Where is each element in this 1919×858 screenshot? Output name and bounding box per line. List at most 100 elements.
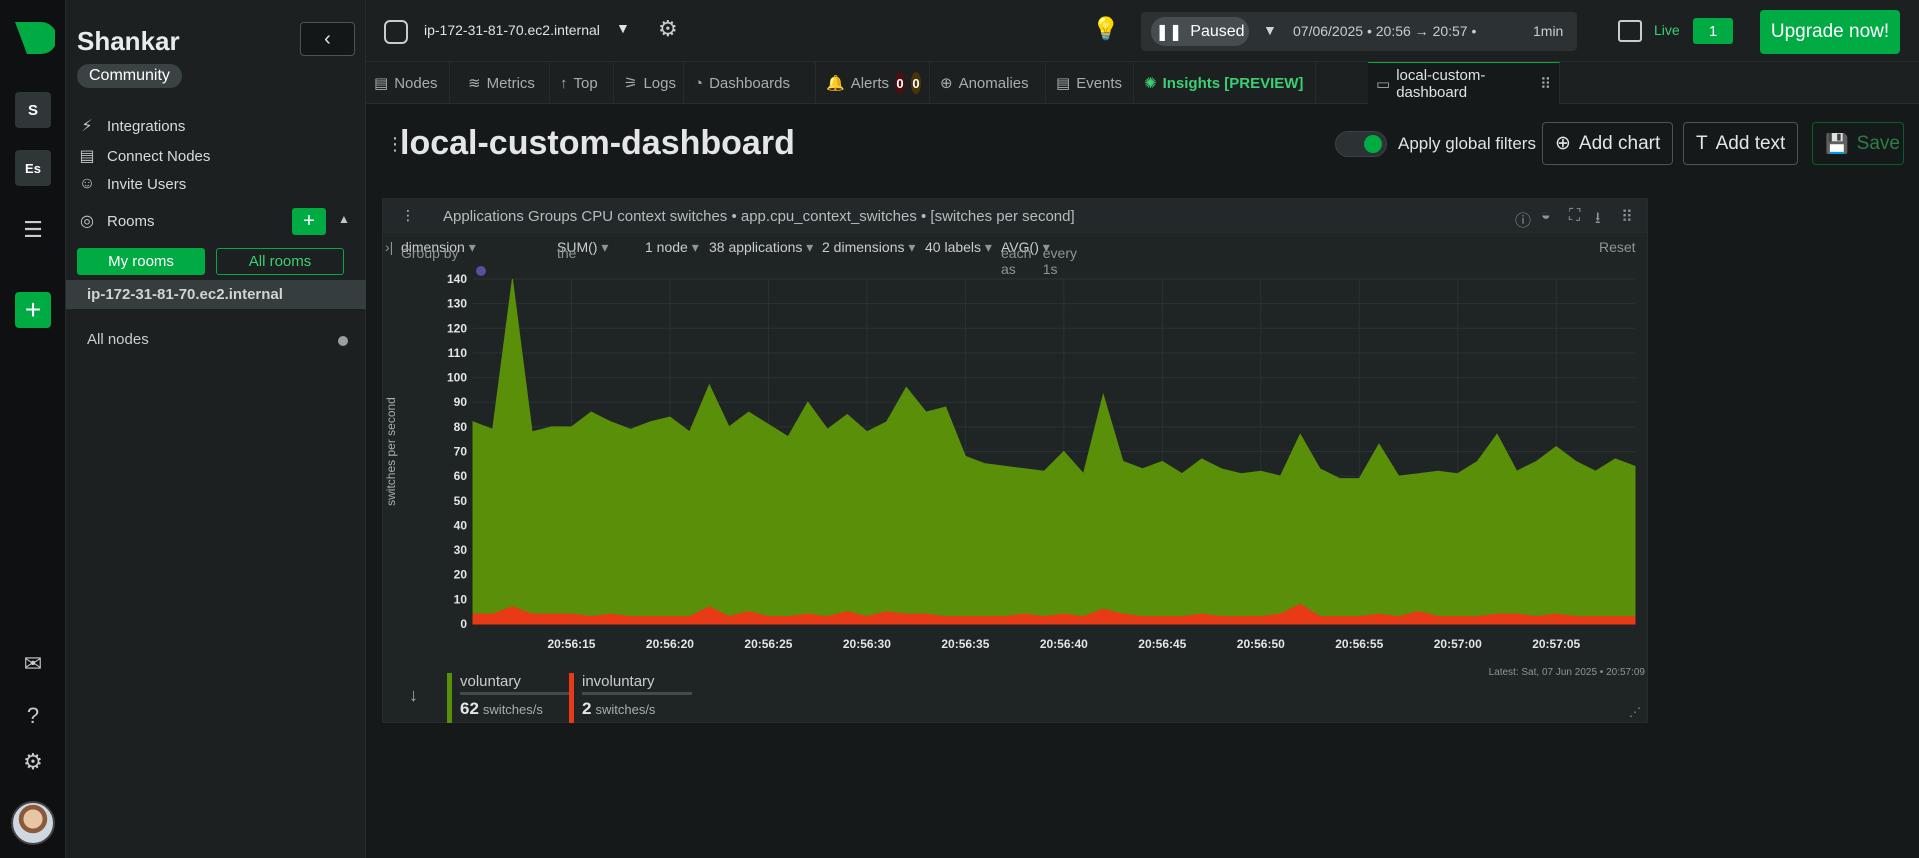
x-tick-label: 20:56:25 [744, 637, 792, 651]
rooms-label: Rooms [107, 212, 155, 230]
rooms-header[interactable]: ◎ Rooms [77, 211, 155, 231]
tab-top[interactable]: ↑ Top [552, 62, 614, 104]
chart-type-icon[interactable]: ◒ [1541, 207, 1551, 225]
space-switcher-shankar[interactable]: S [15, 92, 51, 128]
tab-alerts[interactable]: 🔔 Alerts 0 0 [818, 62, 930, 104]
nodes-icon[interactable] [1618, 20, 1642, 42]
filter-value: 38 applications [709, 239, 803, 255]
space-switcher-es[interactable]: Es [15, 150, 51, 186]
sidebar-item-label: Integrations [107, 117, 186, 135]
dashboard-title: local-custom-dashboard [400, 124, 795, 162]
collapse-filters-icon[interactable]: ›| [385, 239, 393, 255]
user-avatar[interactable] [11, 801, 55, 845]
pause-toggle[interactable]: ❚❚ Paused [1151, 17, 1249, 46]
tab-local-custom-dashboard[interactable]: ▭ local-custom-dashboard ⠿ [1368, 62, 1560, 104]
sidebar-item-label: Connect Nodes [107, 147, 211, 165]
add-chart-icon: ⊕ [1555, 133, 1571, 154]
download-icon[interactable]: ⭳ [1595, 207, 1601, 234]
tab-nodes[interactable]: ▤ Nodes [366, 62, 450, 104]
netdata-logo[interactable] [13, 20, 55, 56]
y-tick-label: 120 [447, 321, 467, 335]
y-tick-label: 110 [448, 346, 468, 360]
legend-item-voluntary[interactable]: voluntary 62 switches/s [447, 673, 570, 723]
chevron-down-icon[interactable]: ▼ [616, 20, 630, 36]
lightbulb-icon[interactable]: 💡 [1092, 16, 1119, 42]
fullscreen-icon[interactable]: ⛶ [1569, 207, 1580, 225]
sidebar-item-integrations[interactable]: ⚡ Integrations [77, 116, 185, 136]
nodes-filter[interactable]: 1 node ▾ [645, 239, 699, 256]
events-icon: ▤ [1056, 75, 1071, 92]
save-button[interactable]: 💾 Save [1812, 122, 1904, 165]
tab-dashboards[interactable]: ◔ Dashboards [686, 62, 816, 104]
tab-my-rooms[interactable]: My rooms [77, 248, 205, 275]
space-name: Shankar [77, 26, 180, 56]
menu-icon[interactable]: ☰ [19, 216, 47, 244]
legend-value: 2 [582, 699, 592, 718]
drag-handle-icon[interactable]: ⠿ [1540, 75, 1551, 93]
upgrade-button[interactable]: Upgrade now! [1760, 10, 1900, 54]
tab-all-rooms[interactable]: All rooms [216, 248, 344, 275]
arrow-down-icon[interactable]: ↓ [409, 685, 418, 706]
reset-filters-button[interactable]: Reset [1599, 239, 1636, 255]
applications-filter[interactable]: 38 applications ▾ [709, 239, 813, 256]
time-range[interactable]: 07/06/2025 • 20:56 → 20:57 • [1293, 23, 1476, 39]
y-tick-label: 30 [454, 543, 468, 557]
node-settings-icon[interactable]: ⚙ [658, 16, 678, 42]
tab-anomalies[interactable]: ⊕ Anomalies [932, 62, 1046, 104]
aggregation-filter[interactable]: the SUM() ▾ [557, 239, 608, 261]
room-item-selected[interactable]: ip-172-31-81-70.ec2.internal [66, 280, 366, 309]
global-filters-label: Apply global filters [1398, 134, 1536, 153]
filter-label: the [557, 245, 577, 261]
legend-item-involuntary[interactable]: involuntary 2 switches/s [569, 673, 692, 723]
add-space-button[interactable]: + [15, 292, 51, 328]
notifications-icon[interactable]: ✉ [19, 650, 47, 678]
filter-label: Group by [401, 245, 459, 261]
dimensions-filter[interactable]: 2 dimensions ▾ [822, 239, 915, 256]
chart-legend: Latest: Sat, 07 Jun 2025 • 20:57:09 ↓ vo… [383, 667, 1647, 723]
drag-icon[interactable]: ⠿ [1621, 207, 1633, 227]
chevron-down-icon[interactable]: ▼ [1263, 22, 1277, 38]
logs-icon: ⚞ [624, 75, 638, 92]
tab-events[interactable]: ▤ Events [1048, 62, 1134, 104]
room-status-dot [338, 336, 348, 346]
critical-alerts-badge: 0 [895, 72, 906, 94]
time-aggregation-filter[interactable]: each as AVG() every 1s ▾ [1001, 239, 1077, 277]
y-tick-label: 100 [447, 371, 467, 385]
plan-badge[interactable]: Community [77, 64, 182, 88]
help-icon[interactable]: ? [19, 702, 47, 730]
tab-label: Metrics [486, 74, 535, 92]
time-picker[interactable]: ❚❚ Paused ▼ 07/06/2025 • 20:56 → 20:57 •… [1141, 12, 1577, 51]
tab-insights[interactable]: ✺ Insights [PREVIEW] [1136, 62, 1316, 104]
room-item-all-nodes[interactable]: All nodes [87, 331, 149, 348]
tab-label: local-custom-dashboard [1396, 66, 1486, 101]
global-filters-toggle[interactable] [1335, 131, 1387, 157]
add-chart-button[interactable]: ⊕ Add chart [1542, 122, 1674, 165]
resize-handle-icon[interactable]: ⋰ [1629, 705, 1641, 719]
settings-icon[interactable]: ⚙ [19, 748, 47, 776]
y-tick-label: 0 [460, 617, 467, 631]
sidebar-item-invite-users[interactable]: ☺ Invite Users [77, 175, 186, 193]
node-icon [384, 20, 408, 44]
collapse-sidebar-button[interactable]: ‹ [300, 22, 355, 56]
live-label: Live [1654, 22, 1680, 38]
labels-filter[interactable]: 40 labels ▾ [925, 239, 992, 256]
tab-label: Anomalies [958, 74, 1029, 92]
chevron-up-icon[interactable]: ▲ [338, 212, 350, 226]
live-count-badge[interactable]: 1 [1693, 18, 1733, 44]
legend-name: involuntary [582, 673, 692, 695]
sidebar-item-connect-nodes[interactable]: ▤ Connect Nodes [77, 146, 210, 166]
info-icon[interactable]: ⓘ [1515, 207, 1531, 231]
anomaly-icon: ⊕ [940, 75, 953, 92]
group-by-filter[interactable]: Group by dimension ▾ [401, 239, 476, 261]
area-chart[interactable]: 140130120110100908070605040302010020:56:… [383, 261, 1649, 667]
node-selector[interactable]: ip-172-31-81-70.ec2.internal [424, 22, 600, 38]
add-room-button[interactable]: + [292, 208, 326, 235]
chart-menu-icon[interactable]: ⋮ [401, 207, 415, 224]
y-tick-label: 10 [454, 592, 468, 606]
tab-metrics[interactable]: ≋ Metrics [460, 62, 550, 104]
tab-logs[interactable]: ⚞ Logs [616, 62, 684, 104]
time-duration[interactable]: 1min [1533, 23, 1563, 39]
dashboard-icon: ◔ [694, 74, 704, 92]
pause-icon: ❚❚ [1155, 23, 1183, 41]
add-text-button[interactable]: T Add text [1683, 122, 1799, 165]
